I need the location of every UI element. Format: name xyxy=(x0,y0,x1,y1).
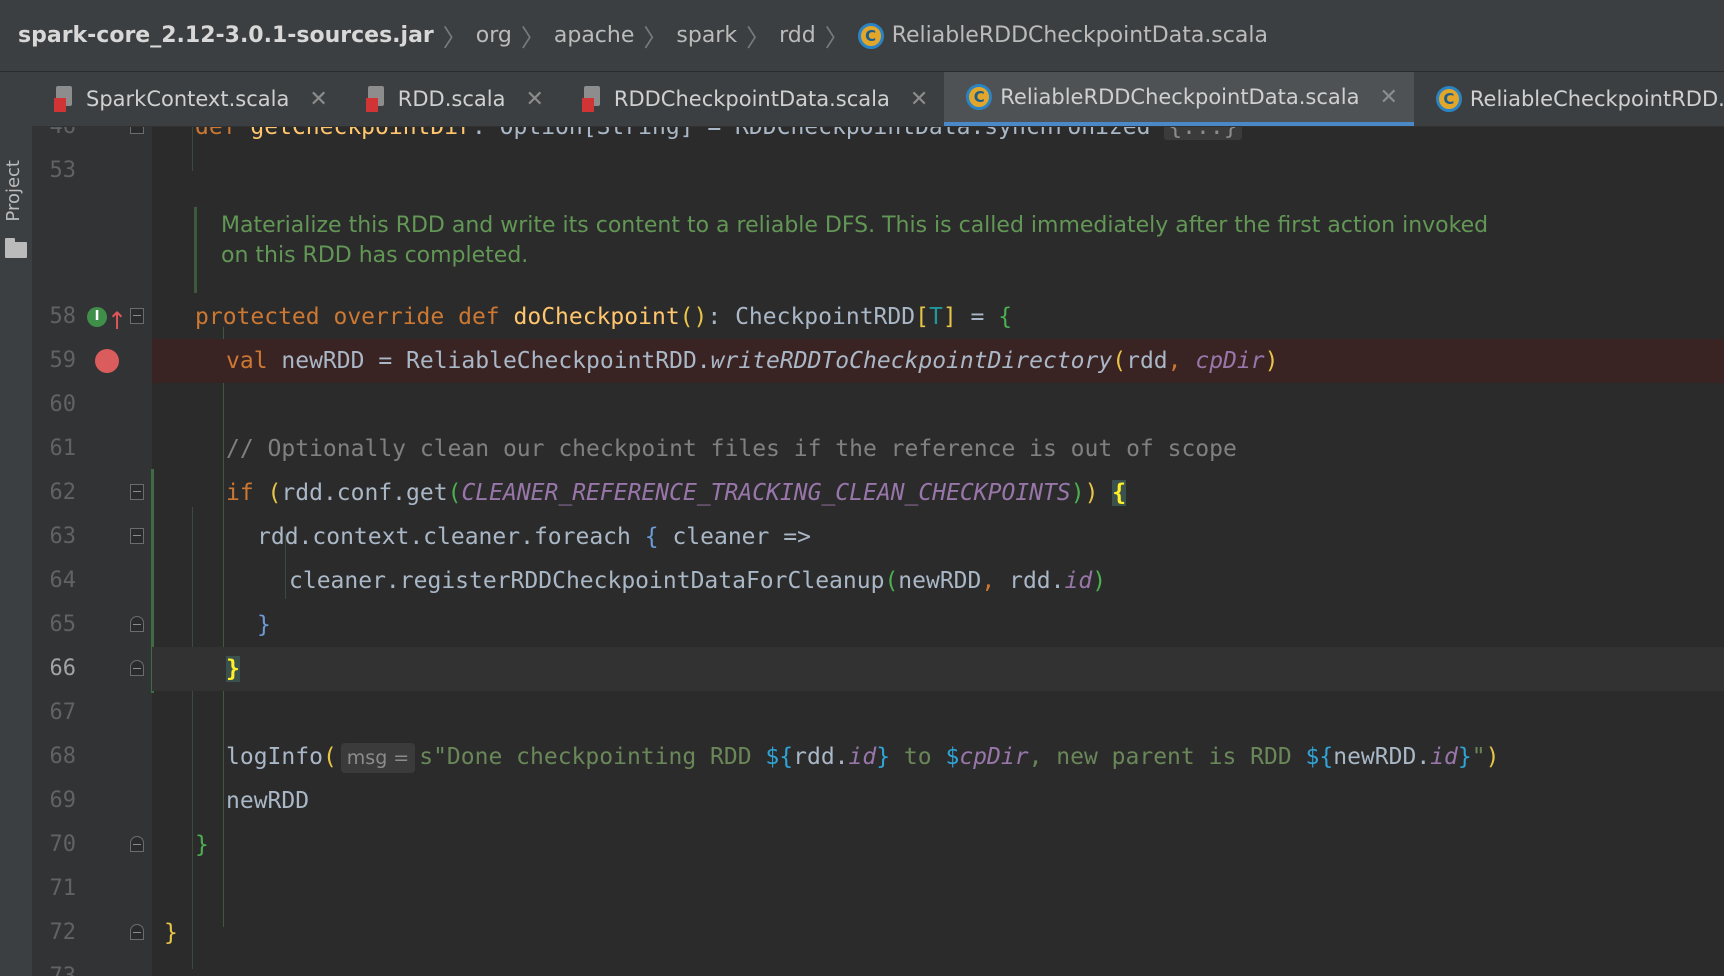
fold-collapse-icon[interactable] xyxy=(130,308,144,324)
close-icon[interactable]: ✕ xyxy=(525,87,543,112)
scala-class-icon: C xyxy=(966,84,993,110)
jar-icon xyxy=(54,86,76,112)
code-line[interactable]: 64 cleaner.registerRDDCheckpointDataForC… xyxy=(32,559,1724,603)
fold-collapse-icon[interactable] xyxy=(130,484,144,500)
code-line[interactable]: 63 rdd.context.cleaner.foreach { cleaner… xyxy=(32,515,1724,559)
code-line[interactable]: 53 xyxy=(32,149,1724,193)
tool-window-strip: Project xyxy=(0,72,33,976)
scala-class-icon: C xyxy=(1435,86,1462,112)
breadcrumb: spark-core_2.12-3.0.1-sources.jar 〉 org … xyxy=(0,0,1724,72)
code-line[interactable]: 73 xyxy=(32,955,1724,976)
implements-overrides-icon[interactable]: I ↑ xyxy=(87,305,127,335)
fold-end-icon[interactable] xyxy=(130,836,144,852)
breadcrumb-item-jar[interactable]: spark-core_2.12-3.0.1-sources.jar xyxy=(18,23,434,48)
breadcrumb-item-spark[interactable]: spark xyxy=(676,23,737,48)
fold-end-icon[interactable] xyxy=(130,660,144,676)
chevron-right-icon: 〉 xyxy=(643,24,668,52)
folder-icon[interactable] xyxy=(5,238,27,258)
code-line[interactable]: 65 } xyxy=(32,603,1724,647)
code-line[interactable]: 72 } xyxy=(32,911,1724,955)
close-icon[interactable]: ✕ xyxy=(910,87,928,112)
chevron-right-icon: 〉 xyxy=(520,24,545,52)
close-icon[interactable]: ✕ xyxy=(1379,85,1397,110)
chevron-right-icon: 〉 xyxy=(824,24,849,52)
chevron-right-icon: 〉 xyxy=(746,24,771,52)
code-line[interactable]: 71 xyxy=(32,867,1724,911)
parameter-hint: msg = xyxy=(340,743,416,773)
code-line[interactable]: 69 newRDD xyxy=(32,779,1724,823)
code-line[interactable]: 60 xyxy=(32,383,1724,427)
breadcrumb-item-org[interactable]: org xyxy=(476,23,512,48)
breadcrumb-item-rdd[interactable]: rdd xyxy=(779,23,816,48)
project-tool-button[interactable]: Project xyxy=(3,160,29,222)
fold-collapse-icon[interactable] xyxy=(130,528,144,544)
tab-rdd[interactable]: RDD.scala ✕ xyxy=(344,72,560,126)
breadcrumb-item-apache[interactable]: apache xyxy=(554,23,635,48)
code-line[interactable]: 66 } xyxy=(32,647,1724,691)
tab-reliablecheckpointrdd[interactable]: C ReliableCheckpointRDD.scala ✕ xyxy=(1414,72,1724,126)
code-editor[interactable]: 46 def getCheckpointDir: Option[String] … xyxy=(32,127,1724,976)
tab-sparkcontext[interactable]: SparkContext.scala ✕ xyxy=(32,72,344,126)
code-line[interactable]: 67 xyxy=(32,691,1724,735)
jar-icon xyxy=(581,86,604,112)
chevron-right-icon: 〉 xyxy=(442,24,467,52)
breadcrumb-item-file[interactable]: C ReliableRDDCheckpointData.scala xyxy=(857,22,1268,49)
fold-end-icon[interactable] xyxy=(130,924,144,940)
code-line[interactable]: 62 if (rdd.conf.get(CLEANER_REFERENCE_TR… xyxy=(32,471,1724,515)
rendered-doc-comment[interactable]: Materialize this RDD and write its conte… xyxy=(194,207,1594,293)
code-line[interactable]: 58 I ↑ protected override def doCheckpoin… xyxy=(32,295,1724,339)
code-line[interactable]: 59 val newRDD = ReliableCheckpointRDD.wr… xyxy=(32,339,1724,383)
fold-expand-icon[interactable] xyxy=(130,127,144,134)
fold-end-icon[interactable] xyxy=(130,616,144,632)
tab-reliablerddcheckpointdata[interactable]: C ReliableRDDCheckpointData.scala ✕ xyxy=(944,72,1414,126)
scala-class-icon: C xyxy=(857,22,884,49)
tab-rddcheckpointdata[interactable]: RDDCheckpointData.scala ✕ xyxy=(560,72,944,126)
jar-icon xyxy=(365,86,388,112)
code-line[interactable]: 70 } xyxy=(32,823,1724,867)
editor-tabs: SparkContext.scala ✕ RDD.scala ✕ RDDChec… xyxy=(32,72,1724,127)
folded-region[interactable]: {...} xyxy=(1164,127,1242,140)
code-line[interactable]: 46 def getCheckpointDir: Option[String] … xyxy=(32,127,1724,149)
close-icon[interactable]: ✕ xyxy=(309,87,327,112)
code-line[interactable]: 61 // Optionally clean our checkpoint fi… xyxy=(32,427,1724,471)
breakpoint-icon[interactable] xyxy=(95,349,119,373)
code-line[interactable]: 68 logInfo(msg = s"Done checkpointing RDD… xyxy=(32,735,1724,779)
